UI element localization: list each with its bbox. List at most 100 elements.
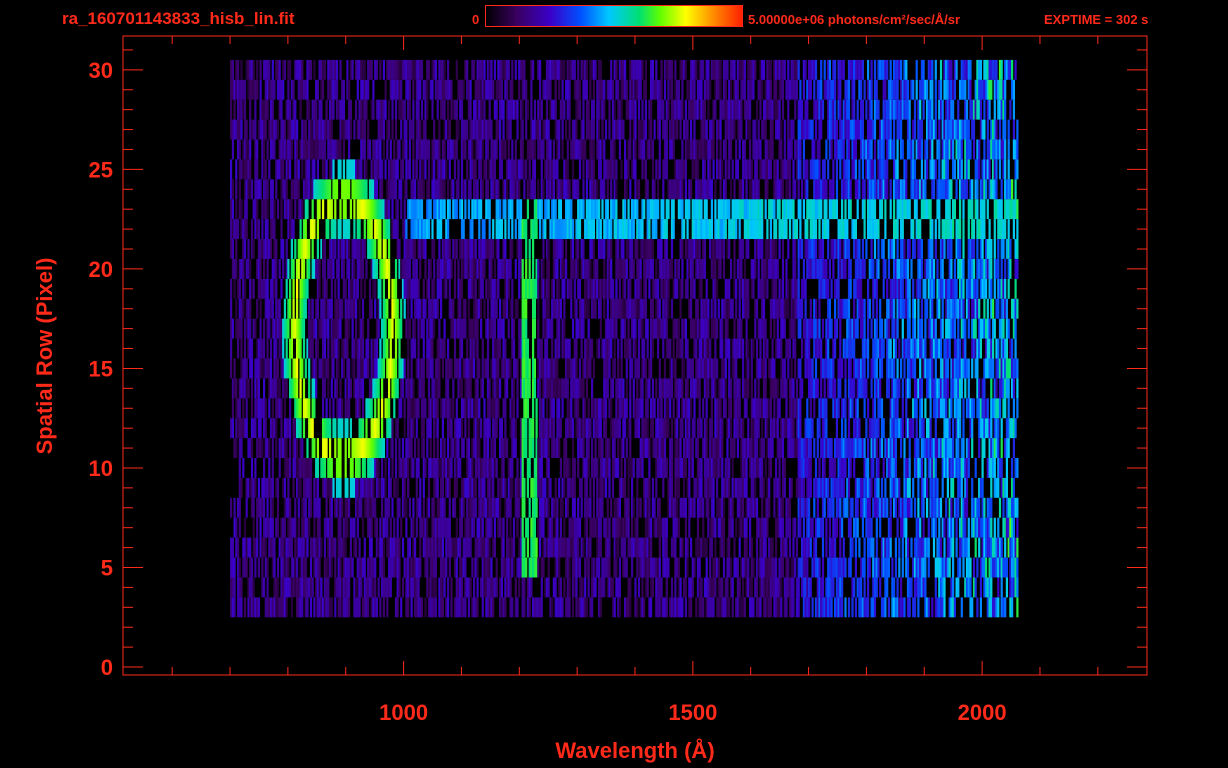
- heatmap-cell: [516, 398, 519, 419]
- heatmap-cell: [455, 477, 458, 498]
- heatmap-cell: [728, 458, 731, 478]
- heatmap-cell: [401, 577, 405, 598]
- heatmap-cell: [754, 318, 757, 339]
- heatmap-cell: [992, 338, 995, 359]
- heatmap-cell: [419, 537, 422, 558]
- heatmap-cell: [318, 497, 321, 518]
- heatmap-cell: [403, 398, 406, 419]
- heatmap-cell: [316, 477, 319, 498]
- heatmap-cell: [580, 477, 583, 498]
- heatmap-cell: [483, 298, 486, 319]
- heatmap-cell: [400, 298, 403, 319]
- heatmap-cell: [908, 438, 911, 458]
- heatmap-cell: [577, 458, 580, 478]
- heatmap-cell: [315, 318, 318, 339]
- heatmap-cell: [768, 477, 771, 498]
- heatmap-cell: [747, 418, 750, 439]
- heatmap-cell: [967, 298, 970, 319]
- heatmap-cell: [400, 597, 403, 618]
- heatmap-cell: [957, 577, 960, 598]
- heatmap-cell: [896, 577, 899, 598]
- heatmap-cell: [997, 298, 1000, 319]
- heatmap-cell: [1000, 418, 1003, 439]
- heatmap-cell: [447, 378, 450, 399]
- heatmap-cell: [669, 338, 672, 359]
- heatmap-cell: [412, 497, 415, 518]
- heatmap-cell: [330, 497, 333, 518]
- heatmap-cell: [323, 338, 326, 359]
- heatmap-cell: [512, 517, 516, 538]
- heatmap-cell: [681, 418, 684, 439]
- heatmap-cell: [979, 338, 982, 359]
- heatmap-cell: [823, 378, 826, 399]
- heatmap-cell: [788, 497, 792, 518]
- heatmap-cell: [450, 597, 453, 618]
- heatmap-cell: [361, 378, 365, 399]
- heatmap-cell: [516, 458, 519, 478]
- heatmap-cell: [745, 458, 748, 478]
- heatmap-cell: [467, 438, 470, 458]
- heatmap-cell: [257, 477, 260, 498]
- heatmap-cell: [325, 497, 328, 518]
- heatmap-cell: [712, 497, 715, 518]
- heatmap-cell: [993, 517, 996, 538]
- heatmap-cell: [358, 458, 361, 478]
- heatmap-cell: [872, 458, 875, 478]
- heatmap-cell: [587, 318, 590, 339]
- heatmap-cell: [818, 418, 821, 439]
- heatmap-cell: [1016, 497, 1019, 518]
- heatmap-cell: [516, 517, 519, 538]
- heatmap-cell: [237, 338, 240, 359]
- heatmap-cell: [408, 497, 411, 518]
- heatmap-cell: [844, 418, 847, 439]
- heatmap-cell: [377, 398, 380, 419]
- heatmap-cell: [460, 577, 464, 598]
- heatmap-cell: [327, 378, 330, 399]
- heatmap-cell: [788, 338, 792, 359]
- heatmap-cell: [388, 378, 391, 399]
- heatmap-cell: [344, 438, 347, 458]
- heatmap-cell: [575, 338, 578, 359]
- heatmap-cell: [809, 298, 812, 319]
- heatmap-cell: [879, 298, 882, 319]
- heatmap-cell: [426, 557, 429, 578]
- heatmap-cell: [289, 418, 292, 439]
- heatmap-cell: [693, 557, 696, 578]
- heatmap-cell: [629, 338, 632, 359]
- heatmap-cell: [381, 418, 384, 439]
- heatmap-cell: [302, 378, 306, 399]
- heatmap-cell: [670, 438, 674, 458]
- heatmap-cell: [230, 497, 233, 518]
- heatmap-cell: [839, 318, 842, 339]
- heatmap-cell: [775, 557, 778, 578]
- heatmap-cell: [363, 557, 366, 578]
- heatmap-cell: [469, 537, 472, 558]
- heatmap-cell: [853, 458, 856, 478]
- heatmap-cell: [285, 597, 288, 618]
- heatmap-cell: [920, 458, 923, 478]
- heatmap-cell: [585, 477, 588, 498]
- heatmap-cell: [526, 398, 529, 419]
- heatmap-cell: [707, 378, 710, 399]
- heatmap-cell: [960, 597, 963, 618]
- heatmap-cell: [986, 298, 989, 319]
- heatmap-cell: [939, 537, 943, 558]
- heatmap-cell: [978, 497, 981, 518]
- heatmap-cell: [389, 338, 392, 359]
- heatmap-cell: [539, 378, 542, 399]
- heatmap-cell: [686, 338, 689, 359]
- heatmap-cell: [381, 458, 384, 478]
- heatmap-cell: [764, 378, 767, 399]
- heatmap-cell: [738, 537, 741, 558]
- heatmap-cell: [726, 318, 729, 339]
- heatmap-cell: [755, 438, 759, 458]
- heatmap-cell: [705, 418, 708, 439]
- heatmap-cell: [627, 497, 630, 518]
- heatmap-cell: [750, 537, 753, 558]
- heatmap-cell: [811, 517, 814, 538]
- heatmap-cell: [382, 597, 385, 618]
- heatmap-cell: [809, 537, 812, 558]
- heatmap-cell: [360, 497, 363, 518]
- heatmap-cell: [882, 418, 885, 439]
- heatmap-cell: [1011, 597, 1014, 618]
